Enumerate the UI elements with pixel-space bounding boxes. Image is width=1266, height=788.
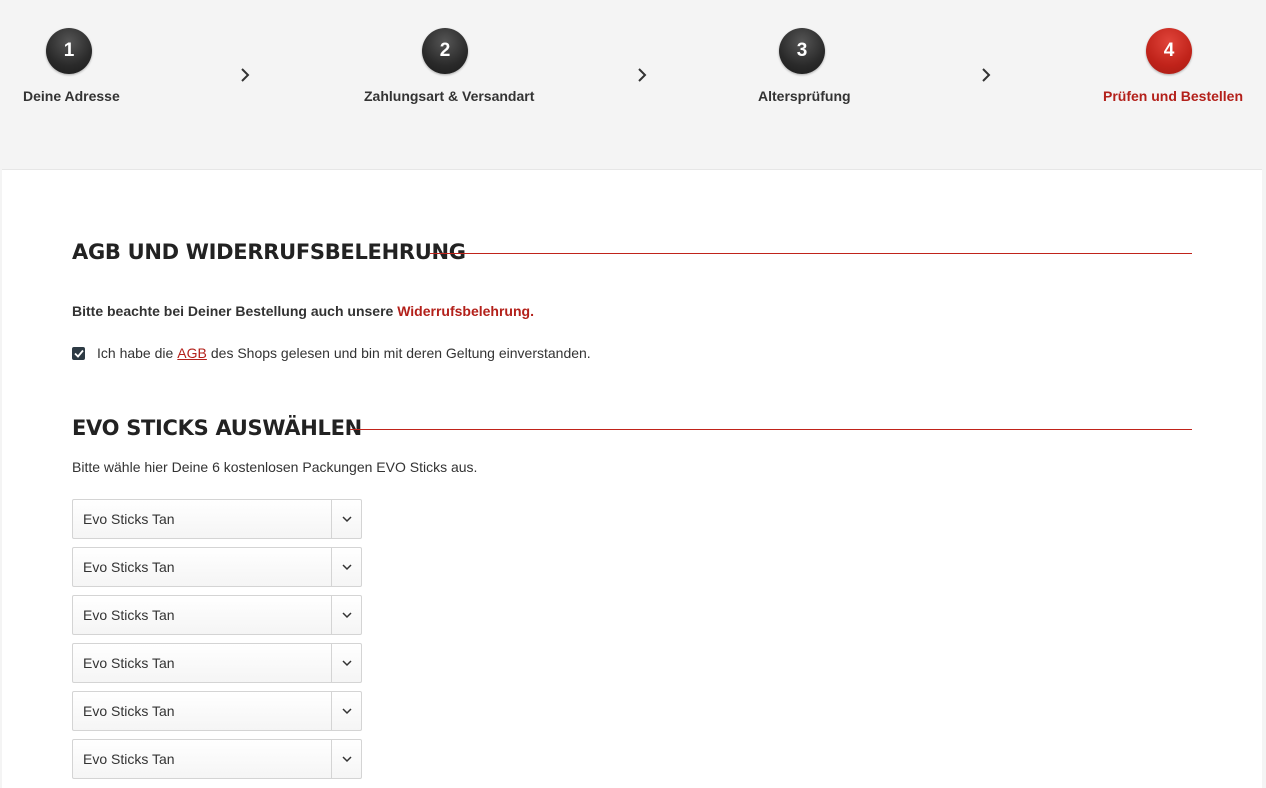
step-number: 2 (422, 28, 468, 74)
agb-text-before: Ich habe die (97, 345, 174, 361)
evo-description: Bitte wähle hier Deine 6 kostenlosen Pac… (72, 459, 478, 475)
agb-text-after: des Shops gelesen und bin mit deren Gelt… (210, 345, 591, 361)
select-value: Evo Sticks Tan (83, 751, 175, 767)
evo-sticks-select[interactable]: Evo Sticks Tan (72, 643, 362, 683)
agb-checkbox[interactable] (72, 346, 85, 360)
evo-sticks-select[interactable]: Evo Sticks Tan (72, 739, 362, 779)
chevron-right-icon (234, 64, 256, 86)
section-divider (350, 429, 1192, 430)
evo-select-list: Evo Sticks Tan Evo Sticks Tan Evo Sticks… (72, 499, 362, 787)
evo-sticks-select[interactable]: Evo Sticks Tan (72, 595, 362, 635)
evo-section-title: EVO STICKS AUSWÄHLEN (72, 416, 362, 440)
step-number: 4 (1146, 28, 1192, 74)
agb-section-title: AGB UND WIDERRUFSBELEHRUNG (72, 240, 466, 264)
step-label: Deine Adresse (23, 88, 120, 104)
checkout-stepper: 1 Deine Adresse 2 Zahlungsart & Versanda… (0, 0, 1266, 168)
chevron-right-icon (975, 64, 997, 86)
chevron-right-icon (631, 64, 653, 86)
withdrawal-link[interactable]: Widerrufsbelehrung. (397, 303, 534, 319)
chevron-down-icon[interactable] (331, 740, 361, 778)
agb-link[interactable]: AGB (177, 345, 207, 361)
evo-sticks-select[interactable]: Evo Sticks Tan (72, 691, 362, 731)
chevron-down-icon[interactable] (331, 644, 361, 682)
step-label: Prüfen und Bestellen (1103, 88, 1244, 104)
step-number: 3 (779, 28, 825, 74)
select-value: Evo Sticks Tan (83, 607, 175, 623)
select-value: Evo Sticks Tan (83, 511, 175, 527)
step-review-order[interactable]: 4 Prüfen und Bestellen (1103, 28, 1244, 104)
notice-text: Bitte beachte bei Deiner Bestellung auch… (72, 303, 398, 319)
step-payment[interactable]: 2 Zahlungsart & Versandart (364, 28, 535, 104)
chevron-down-icon[interactable] (331, 500, 361, 538)
chevron-down-icon[interactable] (331, 692, 361, 730)
agb-consent-row: Ich habe die AGB des Shops gelesen und b… (72, 345, 591, 361)
evo-sticks-select[interactable]: Evo Sticks Tan (72, 499, 362, 539)
checkmark-icon (73, 349, 84, 358)
step-label: Zahlungsart & Versandart (364, 88, 535, 104)
chevron-down-icon[interactable] (331, 596, 361, 634)
step-age-check[interactable]: 3 Altersprüfung (758, 28, 851, 104)
step-label: Altersprüfung (758, 88, 851, 104)
step-number: 1 (46, 28, 92, 74)
withdrawal-notice: Bitte beachte bei Deiner Bestellung auch… (72, 303, 534, 319)
chevron-down-icon[interactable] (331, 548, 361, 586)
select-value: Evo Sticks Tan (83, 703, 175, 719)
select-value: Evo Sticks Tan (83, 655, 175, 671)
step-address[interactable]: 1 Deine Adresse (23, 28, 120, 104)
checkout-card: AGB UND WIDERRUFSBELEHRUNG Bitte beachte… (2, 169, 1262, 788)
select-value: Evo Sticks Tan (83, 559, 175, 575)
evo-sticks-select[interactable]: Evo Sticks Tan (72, 547, 362, 587)
section-divider (430, 253, 1192, 254)
